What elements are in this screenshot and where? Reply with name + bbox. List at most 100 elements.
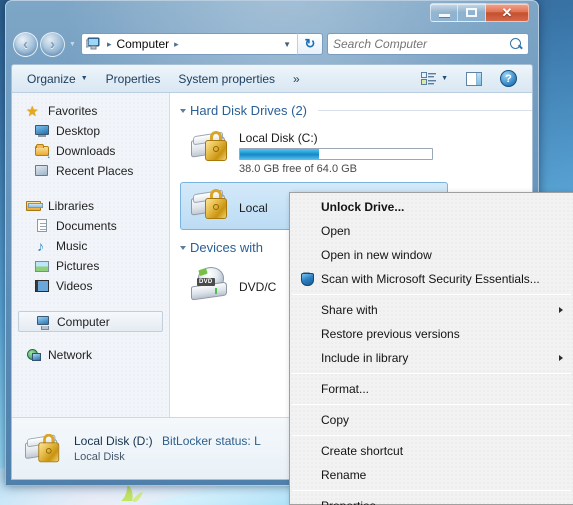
refresh-button[interactable]: ↻	[297, 33, 323, 55]
locked-drive-icon	[191, 129, 231, 165]
group-header-hard-disk-drives[interactable]: Hard Disk Drives (2)	[180, 103, 532, 118]
menu-item-icon-slot	[295, 326, 319, 342]
navigation-pane[interactable]: ★ Favorites Desktop ↓ Downloads Recent P…	[12, 93, 170, 417]
address-dropdown-chevron-down-icon[interactable]: ▼	[283, 40, 295, 49]
network-icon	[26, 347, 42, 363]
menu-item-label: Properties	[321, 499, 376, 505]
music-note-icon: ♪	[37, 238, 44, 254]
breadcrumb-separator-trailing[interactable]: ▸	[171, 39, 182, 50]
context-menu-item-include-in-library[interactable]: Include in library	[290, 346, 573, 370]
organize-button[interactable]: Organize ▼	[18, 68, 97, 90]
sidebar-item-videos[interactable]: Videos	[12, 276, 169, 296]
drive-name: Local Disk (C:)	[239, 131, 318, 145]
search-input[interactable]	[333, 37, 510, 51]
menu-item-icon-slot	[295, 247, 319, 263]
sidebar-label: Documents	[56, 219, 117, 233]
address-bar[interactable]: ▸ Computer ▸ ▼	[80, 33, 297, 55]
sidebar-item-computer[interactable]: Computer	[18, 311, 163, 332]
dvd-drive-icon: DVD	[191, 266, 231, 302]
sidebar-label: Computer	[57, 314, 110, 329]
context-menu-item-properties[interactable]: Properties	[290, 494, 573, 505]
computer-icon	[85, 37, 101, 51]
details-title: Local Disk (D:)	[74, 434, 153, 448]
drive-free-space: 38.0 GB free of 64.0 GB	[239, 163, 358, 175]
menu-separator	[292, 404, 571, 405]
back-button[interactable]: ‹	[13, 31, 38, 57]
drive-item-local-disk-c[interactable]: Local Disk (C:) 38.0 GB free of 64.0 GB	[180, 124, 448, 182]
sidebar-item-recent-places[interactable]: Recent Places	[12, 161, 169, 181]
sidebar-label: Favorites	[48, 104, 98, 118]
context-menu-item-rename[interactable]: Rename	[290, 463, 573, 487]
menu-item-label: Format...	[321, 382, 370, 396]
context-menu-item-open[interactable]: Open	[290, 219, 573, 243]
submenu-arrow-icon	[559, 307, 563, 313]
capacity-bar	[239, 148, 433, 160]
lock-icon	[205, 131, 227, 161]
sidebar-item-downloads[interactable]: ↓ Downloads	[12, 141, 169, 161]
menu-item-icon-slot	[295, 443, 319, 459]
menu-item-label: Open in new window	[321, 248, 432, 262]
back-arrow-icon: ‹	[23, 35, 28, 53]
expand-triangle-icon[interactable]	[180, 245, 186, 250]
sidebar-item-documents[interactable]: Documents	[12, 216, 169, 236]
maximize-button[interactable]	[458, 3, 486, 22]
toolbar-overflow-button[interactable]: »	[284, 68, 309, 90]
menu-item-icon-slot	[295, 223, 319, 239]
help-button[interactable]: ?	[491, 66, 526, 91]
menu-item-icon-slot	[295, 498, 319, 505]
breadcrumb-computer[interactable]: Computer	[114, 37, 171, 51]
context-menu-item-share-with[interactable]: Share with	[290, 298, 573, 322]
context-menu-item-restore-previous-versions[interactable]: Restore previous versions	[290, 322, 573, 346]
help-icon: ?	[500, 70, 517, 87]
menu-item-label: Unlock Drive...	[321, 200, 405, 214]
close-button[interactable]: ✕	[486, 3, 529, 22]
close-icon: ✕	[501, 5, 513, 20]
command-toolbar: Organize ▼ Properties System properties …	[11, 64, 533, 92]
overflow-chevrons-icon: »	[293, 71, 300, 86]
menu-separator	[292, 435, 571, 436]
forward-arrow-icon: ›	[50, 35, 55, 53]
sidebar-label: Network	[48, 348, 93, 362]
sidebar-item-network[interactable]: Network	[12, 345, 169, 365]
context-menu-item-copy[interactable]: Copy	[290, 408, 573, 432]
show-preview-pane-button[interactable]	[457, 68, 491, 90]
organize-label: Organize	[27, 71, 76, 86]
nav-gap	[12, 332, 169, 345]
title-bar: ✕	[5, 0, 539, 24]
computer-icon	[35, 314, 51, 330]
forward-button[interactable]: ›	[40, 31, 65, 57]
sidebar-item-favorites[interactable]: ★ Favorites	[12, 101, 169, 121]
menu-item-icon-slot	[295, 381, 319, 397]
expand-triangle-icon[interactable]	[180, 108, 186, 113]
libraries-icon	[26, 198, 43, 214]
menu-item-label: Share with	[321, 303, 378, 317]
menu-separator	[292, 294, 571, 295]
drive-info: Local	[239, 187, 268, 218]
menu-item-icon-slot	[295, 302, 319, 318]
search-box[interactable]	[327, 33, 529, 55]
sidebar-item-pictures[interactable]: Pictures	[12, 256, 169, 276]
recent-locations-chevron-down-icon[interactable]: ▼	[69, 41, 76, 48]
context-menu-item-open-in-new-window[interactable]: Open in new window	[290, 243, 573, 267]
context-menu-item-create-shortcut[interactable]: Create shortcut	[290, 439, 573, 463]
group-title: Devices with	[190, 240, 263, 255]
details-bitlocker-status: BitLocker status: L	[162, 434, 261, 448]
sidebar-item-libraries[interactable]: Libraries	[12, 196, 169, 216]
menu-item-label: Scan with Microsoft Security Essentials.…	[321, 272, 540, 286]
menu-item-label: Copy	[321, 413, 350, 427]
system-properties-button[interactable]: System properties	[169, 68, 284, 90]
properties-button[interactable]: Properties	[97, 68, 170, 90]
sidebar-item-music[interactable]: ♪ Music	[12, 236, 169, 256]
sidebar-item-desktop[interactable]: Desktop	[12, 121, 169, 141]
security-shield-icon	[295, 271, 319, 287]
search-icon	[510, 37, 523, 51]
context-menu-item-format[interactable]: Format...	[290, 377, 573, 401]
change-view-button[interactable]: ▼	[412, 68, 457, 90]
drive-name: DVD/C	[239, 280, 277, 294]
context-menu-item-unlock-drive[interactable]: Unlock Drive...	[290, 195, 573, 219]
group-divider	[318, 110, 532, 111]
context-menu-item-scan-with-security-essentials[interactable]: Scan with Microsoft Security Essentials.…	[290, 267, 573, 291]
minimize-button[interactable]	[430, 3, 458, 22]
drive-name: Local	[239, 201, 268, 215]
context-menu[interactable]: Unlock Drive... Open Open in new window …	[289, 192, 573, 505]
